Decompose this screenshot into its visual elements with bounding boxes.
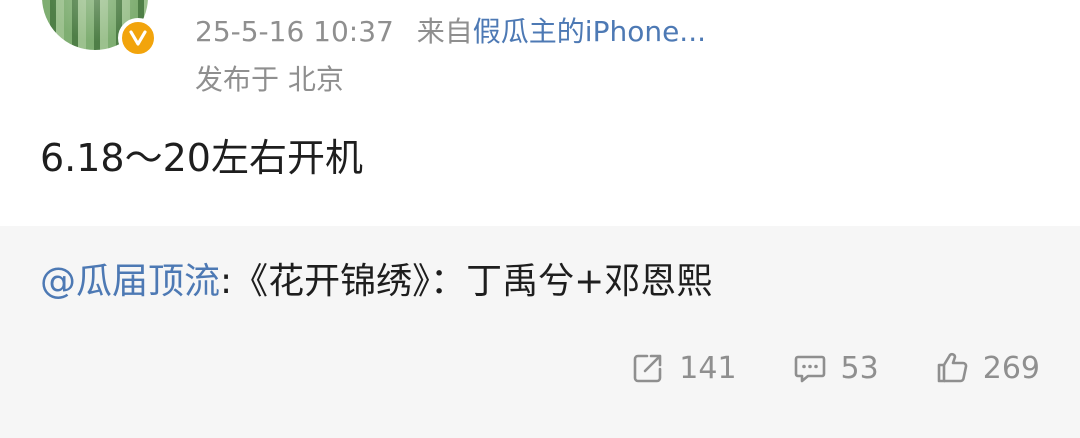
action-bar: 141 53 269 [575,346,1040,390]
like-button[interactable]: 269 [935,346,1040,390]
source-prefix: 来自 [416,15,473,48]
repost-button[interactable]: 141 [631,346,737,390]
repost-icon [633,354,662,383]
post-timestamp: 25-5-16 10:37 [195,15,394,48]
verified-v-icon [118,18,158,58]
comment-icon [794,355,825,383]
repost-text: @瓜届顶流:《花开锦绣》：丁禹兮+邓恩熙 [40,256,712,308]
like-count: 269 [982,350,1040,386]
post-location: 发布于 北京 [195,63,344,96]
comment-button[interactable]: 53 [793,346,879,390]
comment-count: 53 [840,350,879,386]
thumbs-up-icon [937,352,968,383]
mention-link[interactable]: @瓜届顶流 [40,261,220,302]
repost-count: 141 [679,350,737,386]
reposted-content[interactable]: @瓜届顶流:《花开锦绣》：丁禹兮+邓恩熙 141 53 269 [0,226,1080,438]
repost-content: :《花开锦绣》：丁禹兮+邓恩熙 [220,261,713,302]
post-text: 6.18～20左右开机 [40,136,363,180]
device-link[interactable]: 假瓜主的iPhone... [473,15,706,48]
post-meta: 25-5-16 10:37 来自假瓜主的iPhone... [195,12,706,52]
weibo-post: 25-5-16 10:37 来自假瓜主的iPhone... 发布于 北京 6.1… [0,0,1080,226]
